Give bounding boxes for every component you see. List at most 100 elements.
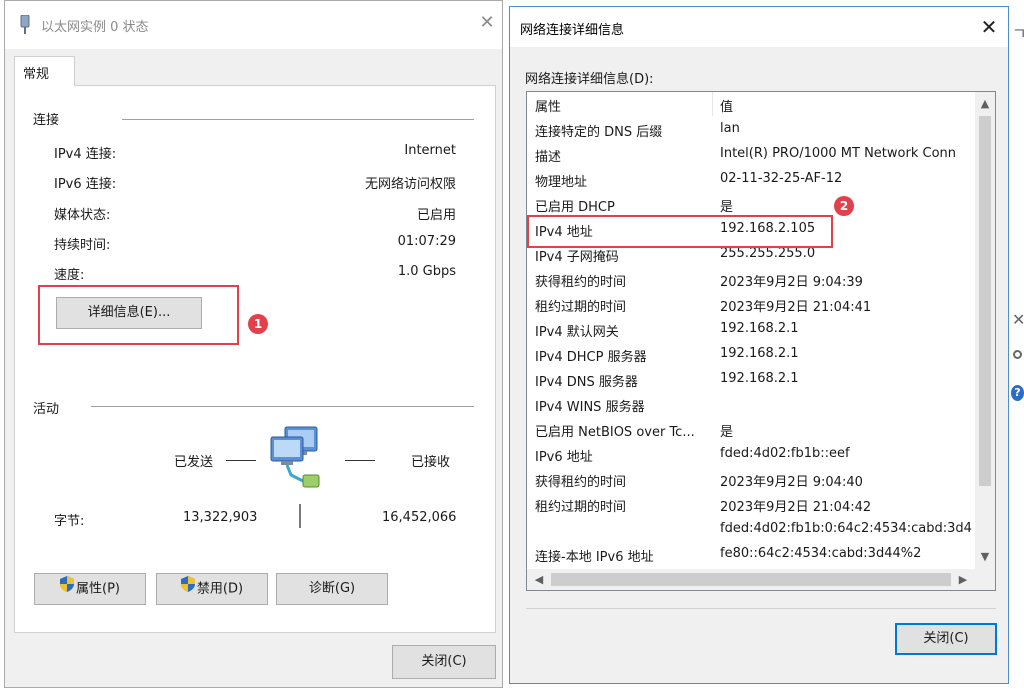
row-property: IPv4 子网掩码: [535, 250, 619, 265]
details-button[interactable]: 详细信息(E)...: [56, 297, 202, 329]
table-row[interactable]: 租约过期的时间 2023年9月2日 21:04:42: [527, 492, 975, 517]
row-value: fded:4d02:fb1b:0:64c2:4534:cabd:3d4: [720, 521, 972, 536]
row-value: 2023年9月2日 9:04:40: [720, 475, 863, 490]
details-list-label: 网络连接详细信息(D):: [525, 72, 654, 87]
scroll-left-icon[interactable]: ◀: [529, 570, 549, 590]
row-value: 2023年9月2日 21:04:41: [720, 300, 872, 315]
table-row[interactable]: IPv4 WINS 服务器: [527, 392, 975, 417]
duration-value: 01:07:29: [397, 234, 456, 249]
row-property: 租约过期的时间: [535, 500, 627, 515]
bytes-divider: [299, 504, 301, 528]
table-row[interactable]: 描述 Intel(R) PRO/1000 MT Network Conn: [527, 142, 975, 167]
row-property: 物理地址: [535, 175, 588, 190]
general-panel: [14, 85, 496, 633]
row-property: IPv6 地址: [535, 450, 593, 465]
column-divider[interactable]: [712, 92, 713, 116]
step-marker-2: 2: [834, 196, 854, 216]
group-divider: [122, 119, 474, 120]
table-row[interactable]: 连接-本地 IPv6 地址 fe80::64c2:4534:cabd:3d44%2: [527, 542, 975, 567]
table-row[interactable]: 连接特定的 DNS 后缀 lan: [527, 117, 975, 142]
tab-general[interactable]: 常规: [14, 56, 75, 86]
close-icon[interactable]: ✕: [475, 11, 499, 35]
title-bar: 以太网实例 0 状态 ✕: [5, 1, 502, 49]
row-value: 192.168.2.1: [720, 371, 799, 386]
ipv6-connection-value: 无网络访问权限: [364, 177, 456, 192]
table-row[interactable]: 获得租约的时间 2023年9月2日 9:04:40: [527, 467, 975, 492]
row-property: IPv4 WINS 服务器: [535, 400, 645, 415]
row-value: fded:4d02:fb1b::eef: [720, 446, 850, 461]
group-divider: [91, 406, 474, 407]
background-search-icon: [1013, 350, 1022, 359]
row-property: 租约过期的时间: [535, 300, 627, 315]
row-value: 192.168.2.1: [720, 321, 799, 336]
table-row[interactable]: 物理地址 02-11-32-25-AF-12: [527, 167, 975, 192]
column-header-value[interactable]: 值: [720, 96, 975, 115]
row-value: 2023年9月2日 9:04:39: [720, 275, 863, 290]
row-property: IPv4 DHCP 服务器: [535, 350, 647, 365]
row-property: IPv4 默认网关: [535, 325, 619, 340]
vertical-scroll-thumb[interactable]: [979, 116, 991, 486]
ipv6-connection-label: IPv6 连接:: [54, 177, 117, 192]
network-computers-icon: [267, 425, 323, 493]
row-property: 描述: [535, 150, 562, 165]
shield-icon: [60, 574, 74, 604]
speed-value: 1.0 Gbps: [397, 264, 456, 279]
row-value: 2023年9月2日 21:04:42: [720, 500, 872, 515]
scroll-up-icon[interactable]: ▲: [975, 94, 995, 114]
table-row[interactable]: IPv6 地址 fded:4d02:fb1b::eef: [527, 442, 975, 467]
row-property: 连接特定的 DNS 后缀: [535, 125, 663, 140]
close-button[interactable]: 关闭(C): [392, 645, 496, 679]
ethernet-status-window: 以太网实例 0 状态 ✕ 常规 连接 IPv4 连接: Internet IPv…: [4, 0, 503, 688]
table-row[interactable]: IPv4 默认网关 192.168.2.1: [527, 317, 975, 342]
close-button[interactable]: 关闭(C): [895, 623, 997, 655]
bytes-received-value: 16,452,066: [382, 510, 457, 525]
row-property: 获得租约的时间: [535, 275, 627, 290]
table-row[interactable]: 已启用 NetBIOS over Tc... 是: [527, 417, 975, 442]
media-state-label: 媒体状态:: [54, 208, 111, 223]
activity-group-label: 活动: [33, 402, 60, 417]
background-window-fragment: ㄱ: [1012, 24, 1024, 43]
row-property: 已启用 NetBIOS over Tc...: [535, 425, 695, 440]
table-row[interactable]: 租约过期的时间 2023年9月2日 21:04:41: [527, 292, 975, 317]
table-row[interactable]: IPv4 DHCP 服务器 192.168.2.1: [527, 342, 975, 367]
scroll-down-icon[interactable]: ▼: [975, 547, 995, 567]
table-row[interactable]: 获得租约的时间 2023年9月2日 9:04:39: [527, 267, 975, 292]
window-title: 网络连接详细信息: [520, 23, 625, 38]
row-value: 255.255.255.0: [720, 246, 816, 261]
column-header-property[interactable]: 属性: [535, 96, 561, 115]
list-header: 属性 值: [527, 92, 975, 117]
disable-button[interactable]: 禁用(D): [156, 573, 268, 605]
row-value: Intel(R) PRO/1000 MT Network Conn: [720, 146, 956, 161]
close-icon[interactable]: ✕: [976, 14, 1002, 40]
table-row[interactable]: 已启用 DHCP 是: [527, 192, 975, 217]
background-close-icon: ✕: [1012, 310, 1024, 329]
scroll-right-icon[interactable]: ▶: [953, 570, 973, 590]
media-state-value: 已启用: [416, 208, 456, 223]
received-connector: [345, 460, 375, 461]
shield-icon: [180, 574, 195, 604]
table-row[interactable]: IPv4 DNS 服务器 192.168.2.1: [527, 367, 975, 392]
step-marker-1: 1: [248, 314, 268, 334]
row-value: 192.168.2.1: [720, 346, 799, 361]
highlight-box-2: [527, 215, 833, 248]
horizontal-scroll-thumb[interactable]: [551, 573, 951, 586]
properties-button-label: 属性(P): [76, 581, 120, 597]
received-label: 已接收: [411, 455, 451, 470]
sent-connector: [226, 460, 256, 461]
ipv4-connection-label: IPv4 连接:: [54, 147, 117, 162]
ipv4-connection-value: Internet: [404, 143, 456, 158]
bytes-sent-value: 13,322,903: [183, 510, 258, 525]
row-property: 已启用 DHCP: [535, 200, 615, 215]
row-value: fe80::64c2:4534:cabd:3d44%2: [720, 546, 922, 561]
disable-button-label: 禁用(D): [196, 581, 244, 597]
window-title: 以太网实例 0 状态: [41, 20, 149, 35]
row-value: lan: [720, 121, 740, 136]
diagnose-button[interactable]: 诊断(G): [276, 573, 388, 605]
table-row[interactable]: fded:4d02:fb1b:0:64c2:4534:cabd:3d4: [527, 517, 975, 542]
details-list[interactable]: 属性 值 连接特定的 DNS 后缀 lan 描述 Intel(R) PRO/1000…: [526, 91, 996, 591]
connection-group-label: 连接: [33, 113, 60, 128]
row-property: IPv4 DNS 服务器: [535, 375, 638, 390]
properties-button[interactable]: 属性(P): [34, 573, 146, 605]
network-adapter-icon: [19, 14, 31, 39]
speed-label: 速度:: [54, 268, 85, 283]
